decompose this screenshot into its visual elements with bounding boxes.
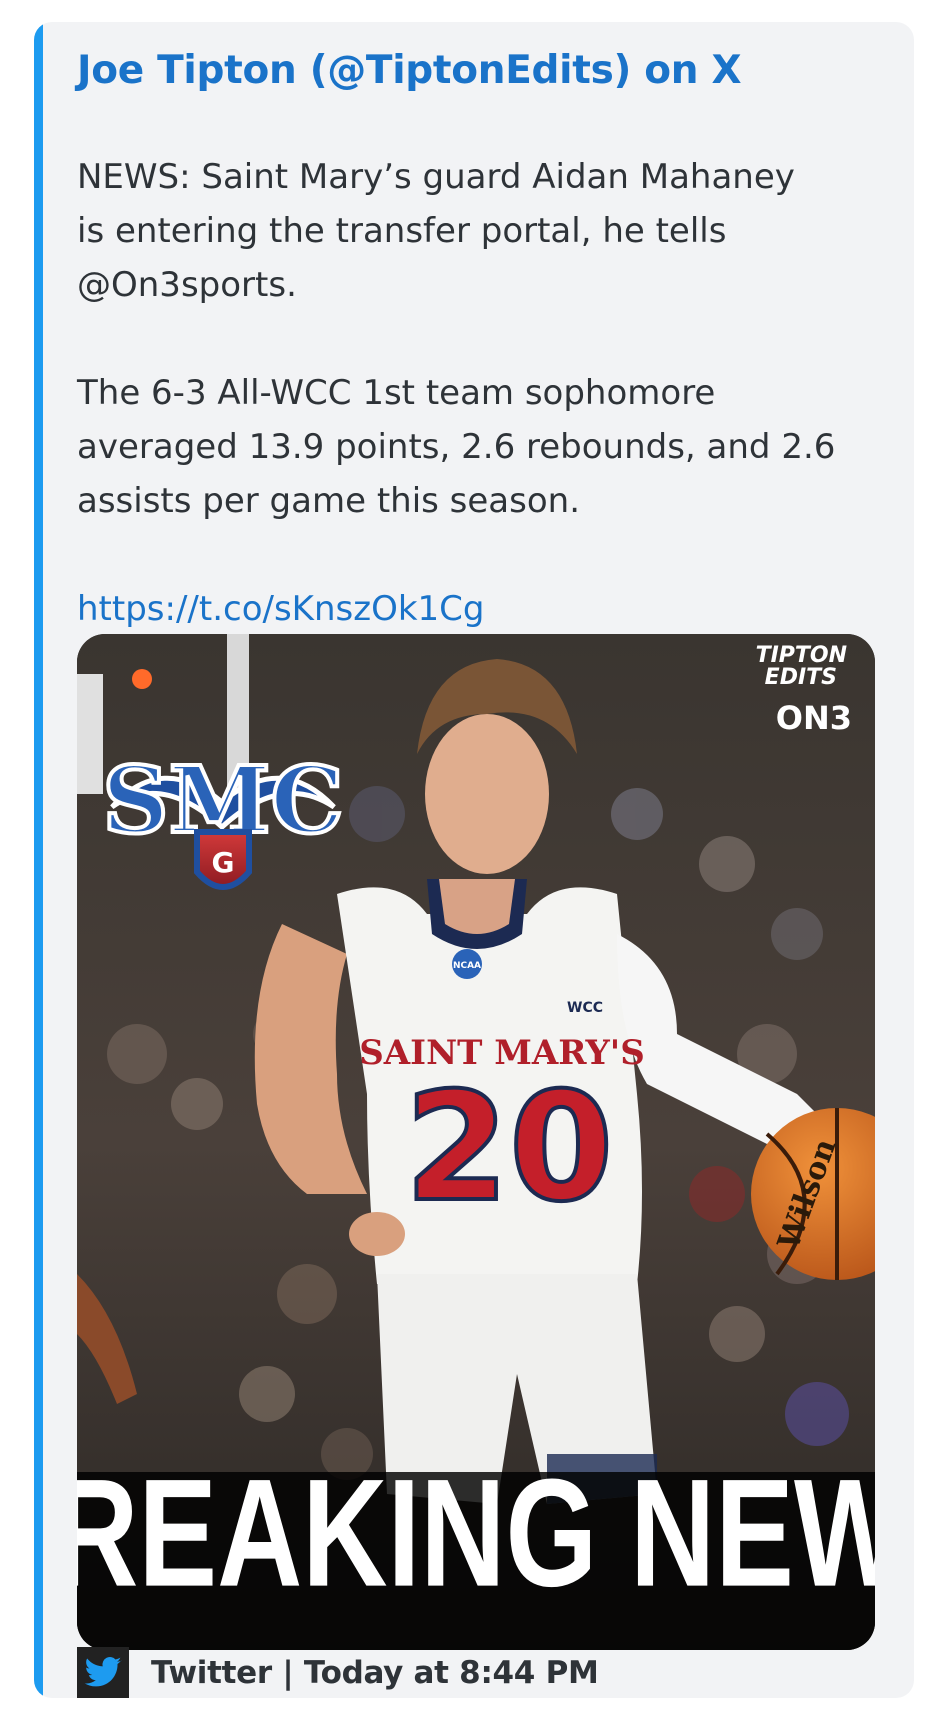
breaking-news-graphic: SMC G TIPTON EDITS ON3 NCAA WCC SAINT MA… — [77, 634, 875, 1650]
tweet-line: The 6-3 All-WCC 1st team sophomore — [77, 373, 716, 413]
author-link[interactable]: Joe Tipton (@TiptonEdits) on X — [77, 48, 742, 93]
embed-footer: Twitter | Today at 8:44 PM — [77, 1647, 599, 1698]
tweet-embed-card: Joe Tipton (@TiptonEdits) on X NEWS: Sai… — [34, 22, 914, 1698]
footer-source-timestamp: Twitter | Today at 8:44 PM — [151, 1655, 599, 1691]
svg-text:20: 20 — [405, 1061, 614, 1235]
svg-text:ON3: ON3 — [776, 699, 852, 737]
twitter-bird-icon — [77, 1647, 129, 1698]
svg-text:WCC: WCC — [567, 1000, 603, 1016]
tweet-line: @On3sports. — [77, 265, 297, 305]
tweet-line: assists per game this season. — [77, 481, 581, 521]
tweet-short-link[interactable]: https://t.co/sKnszOk1Cg — [77, 589, 485, 629]
tweet-line: is entering the transfer portal, he tell… — [77, 211, 727, 251]
breaking-news-banner: BREAKING NEWS — [77, 1447, 875, 1619]
embed-accent-bar — [34, 22, 43, 1698]
svg-text:G: G — [212, 846, 235, 879]
tweet-line: NEWS: Saint Mary’s guard Aidan Mahaney — [77, 157, 795, 197]
tweet-line: averaged 13.9 points, 2.6 rebounds, and … — [77, 427, 836, 467]
tweet-text: NEWS: Saint Mary’s guard Aidan Mahaney i… — [77, 150, 877, 636]
tweet-image[interactable]: SMC G TIPTON EDITS ON3 NCAA WCC SAINT MA… — [77, 634, 875, 1650]
svg-text:NCAA: NCAA — [453, 961, 481, 971]
svg-text:EDITS: EDITS — [765, 665, 837, 690]
